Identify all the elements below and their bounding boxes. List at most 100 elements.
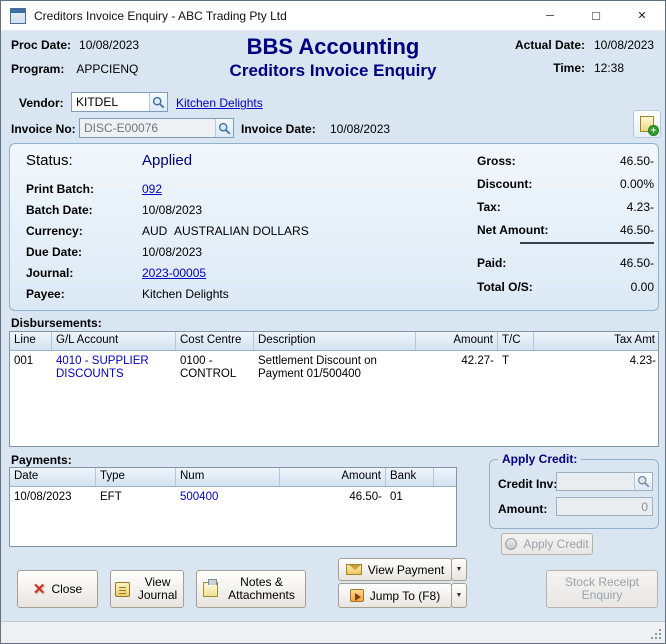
payments-header: Date Type Num Amount Bank — [10, 468, 456, 487]
batch-date-value: 10/08/2023 — [142, 203, 202, 217]
close-button[interactable]: ✕ Close — [17, 570, 98, 608]
disbursement-row[interactable]: 001 4010 - SUPPLIER DISCOUNTS 0100 - CON… — [10, 353, 658, 383]
column-header-bank: Bank — [386, 468, 434, 486]
journal-icon — [115, 582, 130, 597]
status-panel: Status: Applied Print Batch: 092 Batch D… — [9, 143, 659, 311]
vendor-input[interactable] — [72, 93, 149, 111]
invoice-document-button[interactable]: + — [633, 110, 661, 138]
print-batch-link[interactable]: 092 — [142, 182, 162, 196]
disbursements-grid: Line G/L Account Cost Centre Description… — [9, 331, 659, 447]
title-bar[interactable]: Creditors Invoice Enquiry - ABC Trading … — [1, 1, 665, 31]
cell-amount: 42.27- — [416, 353, 498, 383]
minimize-icon: ─ — [546, 10, 554, 22]
cell-cost-centre: 0100 - CONTROL — [176, 353, 254, 383]
payee-label: Payee: — [26, 287, 65, 301]
minimize-button[interactable]: ─ — [527, 1, 573, 30]
payee-value: Kitchen Delights — [142, 287, 229, 301]
discount-value: 0.00% — [544, 177, 654, 191]
close-window-button[interactable]: ✕ — [619, 1, 665, 30]
column-header-amount: Amount — [416, 332, 498, 350]
view-payment-label: View Payment — [368, 563, 444, 577]
invoice-search-button[interactable] — [215, 119, 233, 137]
chevron-down-icon: ▼ — [456, 592, 463, 599]
gl-account-link[interactable]: 4010 - SUPPLIER DISCOUNTS — [56, 355, 149, 380]
invoice-date-label: Invoice Date: — [241, 122, 316, 136]
cell-line: 001 — [10, 353, 52, 383]
jump-icon — [350, 589, 364, 602]
time-label: Time: — [506, 61, 585, 75]
batch-date-label: Batch Date: — [26, 203, 93, 217]
paid-value: 46.50- — [544, 256, 654, 270]
column-header-amount: Amount — [280, 468, 386, 486]
total-os-value: 0.00 — [544, 280, 654, 294]
close-window-icon: ✕ — [637, 9, 646, 22]
column-header-date: Date — [10, 468, 96, 486]
payment-num-link[interactable]: 500400 — [180, 491, 218, 503]
window-title: Creditors Invoice Enquiry - ABC Trading … — [34, 9, 287, 23]
cell-tc: T — [498, 353, 534, 383]
search-icon — [152, 96, 165, 109]
jump-to-button[interactable]: Jump To (F8) — [338, 583, 452, 608]
credit-inv-input[interactable] — [557, 473, 634, 490]
payment-row[interactable]: 10/08/2023 EFT 500400 46.50- 01 — [10, 489, 456, 506]
cell-bank: 01 — [386, 489, 434, 506]
due-date-value: 10/08/2023 — [142, 245, 202, 259]
column-header-type: Type — [96, 468, 176, 486]
disbursements-label: Disbursements: — [11, 316, 102, 330]
credit-amount-label: Amount: — [498, 502, 547, 516]
close-icon: ✕ — [33, 582, 46, 597]
search-icon — [218, 122, 231, 135]
discount-label: Discount: — [477, 177, 532, 191]
cell-type: EFT — [96, 489, 176, 506]
vendor-search-button[interactable] — [149, 93, 167, 111]
payments-grid: Date Type Num Amount Bank 10/08/2023 EFT… — [9, 467, 457, 547]
notes-attachments-label: Notes & Attachments — [224, 576, 300, 602]
column-header-num: Num — [176, 468, 280, 486]
view-payment-button[interactable]: View Payment — [338, 558, 452, 581]
view-payment-dropdown-button[interactable]: ▼ — [451, 558, 467, 581]
apply-credit-button-label: Apply Credit — [523, 537, 588, 551]
column-header-line: Line — [10, 332, 52, 350]
currency-label: Currency: — [26, 224, 83, 238]
tax-value: 4.23- — [544, 200, 654, 214]
paid-label: Paid: — [477, 256, 506, 270]
credit-inv-search-button[interactable] — [634, 473, 652, 490]
header-right: Actual Date: 10/08/2023 Time: 12:38 — [506, 38, 656, 84]
gross-value: 46.50- — [544, 154, 654, 168]
vendor-field — [71, 92, 168, 112]
disbursements-header: Line G/L Account Cost Centre Description… — [10, 332, 658, 351]
column-header-tax-amt: Tax Amt — [534, 332, 659, 350]
invoice-date-value: 10/08/2023 — [330, 122, 390, 136]
status-value: Applied — [142, 152, 192, 169]
credit-inv-label: Credit Inv: — [498, 477, 557, 491]
view-journal-button[interactable]: View Journal — [110, 570, 184, 608]
payments-label: Payments: — [11, 453, 72, 467]
stock-receipt-enquiry-button[interactable]: Stock Receipt Enquiry — [546, 570, 658, 608]
net-amount-value: 46.50- — [544, 223, 654, 237]
credit-amount-field — [556, 497, 653, 516]
resize-grip[interactable] — [659, 637, 661, 639]
credit-amount-input[interactable] — [557, 498, 652, 515]
jump-to-dropdown-button[interactable]: ▼ — [451, 583, 467, 608]
app-icon — [10, 8, 26, 24]
invoice-no-input[interactable] — [80, 119, 215, 137]
maximize-button[interactable]: □ — [573, 1, 619, 30]
actual-date-value: 10/08/2023 — [594, 38, 656, 52]
apply-credit-group: Apply Credit: Credit Inv: Amount: — [489, 459, 659, 529]
view-journal-label: View Journal — [136, 576, 180, 602]
actual-date-label: Actual Date: — [506, 38, 585, 52]
notes-attachments-button[interactable]: Notes & Attachments — [196, 570, 306, 608]
close-button-label: Close — [51, 582, 82, 596]
credit-inv-field — [556, 472, 653, 491]
apply-credit-button[interactable]: Apply Credit — [501, 533, 593, 555]
app-window: Creditors Invoice Enquiry - ABC Trading … — [0, 0, 666, 644]
journal-link[interactable]: 2023-00005 — [142, 266, 206, 280]
apply-credit-icon — [505, 538, 517, 550]
vendor-name-link[interactable]: Kitchen Delights — [176, 96, 263, 110]
vendor-label: Vendor: — [19, 96, 64, 110]
notes-icon — [203, 582, 218, 597]
apply-credit-title: Apply Credit: — [498, 452, 581, 466]
tax-label: Tax: — [477, 200, 501, 214]
cell-description: Settlement Discount on Payment 01/500400 — [254, 353, 416, 383]
net-amount-rule — [520, 242, 654, 244]
